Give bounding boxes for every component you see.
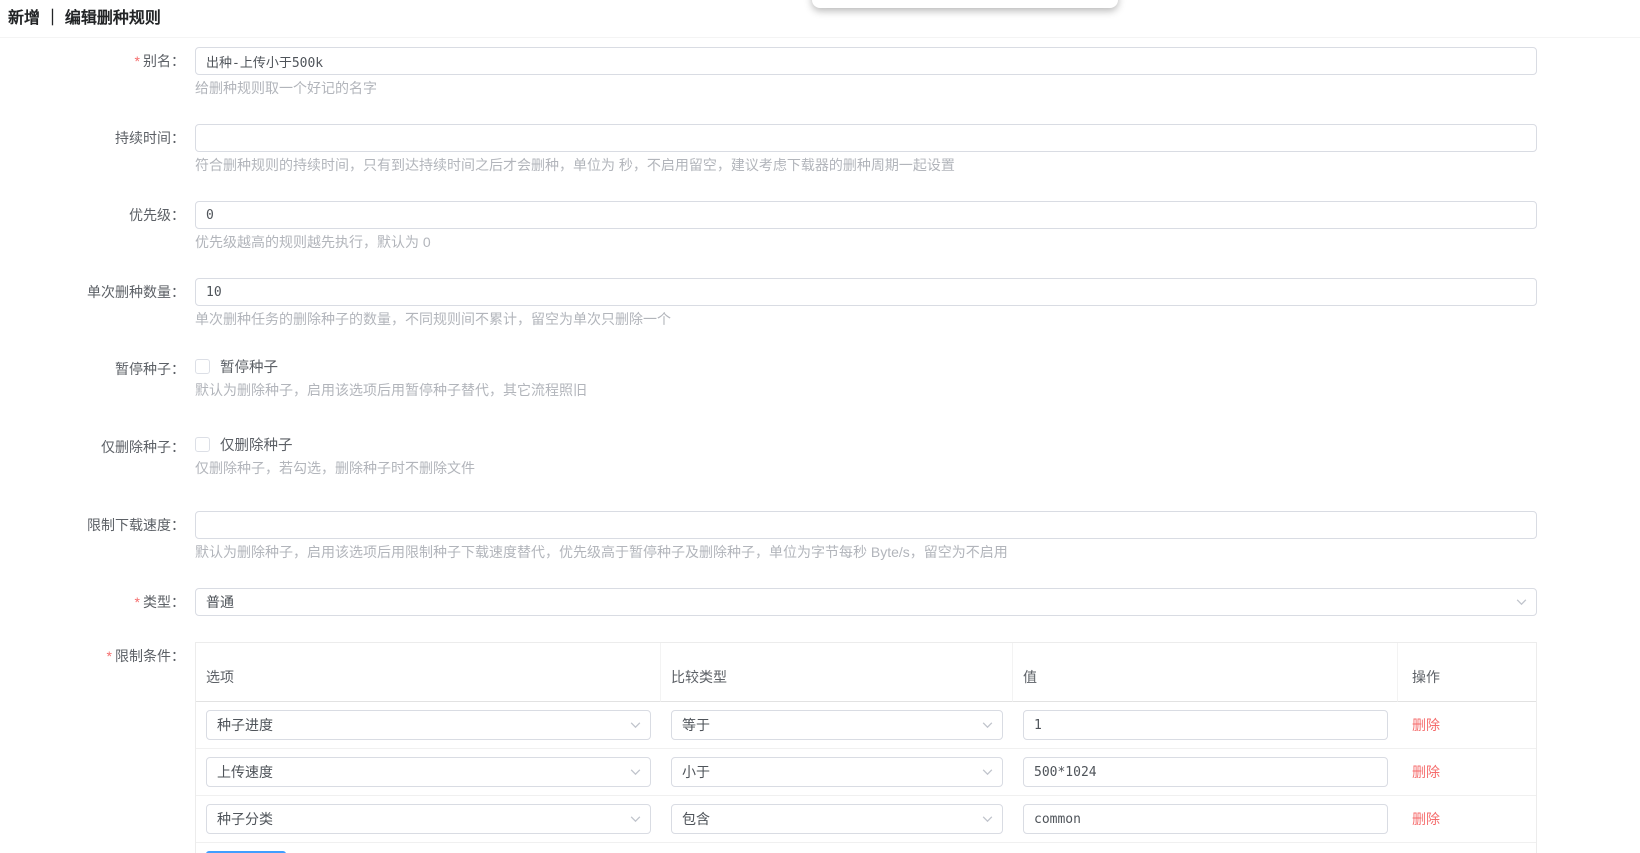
delete-torrent-only-checkbox-label: 仅删除种子 [220,434,293,455]
required-mark: * [135,53,140,69]
delete-torrent-only-help: 仅删除种子，若勾选，删除种子时不删除文件 [195,460,1537,476]
priority-help: 优先级越高的规则越先执行，默认为 0 [195,234,1537,250]
pause-torrent-checkbox-label: 暂停种子 [220,356,278,377]
delete-count-help: 单次删种任务的删除种子的数量，不同规则间不累计，留空为单次只删除一个 [195,311,1537,327]
delete-count-field: 单次删种数量： 单次删种任务的删除种子的数量，不同规则间不累计，留空为单次只删除… [0,278,1640,327]
condition-option-value: 种子分类 [217,809,273,829]
type-label: *类型： [0,588,195,616]
chevron-down-icon [629,766,642,779]
delete-count-label-text: 单次删种数量： [87,284,185,300]
type-field: *类型： 普通 [0,588,1640,616]
required-mark: * [135,594,140,610]
limit-download-speed-label: 限制下载速度： [0,511,195,539]
condition-compare-select[interactable]: 小于 [671,757,1003,787]
delete-count-input[interactable] [195,278,1537,306]
required-mark: * [107,648,112,664]
column-header-compare-type: 比较类型 [661,643,1013,702]
condition-value-input[interactable] [1023,710,1388,740]
condition-row: 种子分类 包含 [196,796,1536,843]
chevron-down-icon [981,813,994,826]
pause-torrent-field: 暂停种子： 暂停种子 默认为删除种子，启用该选项后用暂停种子替代，其它流程照旧 [0,355,1640,398]
delete-torrent-only-checkbox[interactable] [195,437,210,452]
condition-option-value: 种子进度 [217,715,273,735]
pause-torrent-label: 暂停种子： [0,355,195,383]
edit-delete-rule-page: 新增 ｜ 编辑删种规则 *别名： 给删种规则取一个好记的名字 持续时间： 符合删… [0,0,1640,853]
delete-torrent-only-label-text: 仅删除种子： [101,439,185,455]
priority-label-text: 优先级： [129,207,185,223]
priority-input[interactable] [195,201,1537,229]
popover-remnant [812,0,1118,8]
condition-delete-link[interactable]: 删除 [1412,717,1440,733]
condition-compare-select[interactable]: 等于 [671,710,1003,740]
column-header-action: 操作 [1398,643,1536,702]
pause-torrent-checkbox[interactable] [195,359,210,374]
alias-label-text: 别名： [143,53,185,69]
delete-torrent-only-label: 仅删除种子： [0,433,195,461]
priority-label: 优先级： [0,201,195,229]
pause-torrent-help: 默认为删除种子，启用该选项后用暂停种子替代，其它流程照旧 [195,382,1537,398]
condition-compare-value: 等于 [682,715,710,735]
condition-compare-value: 包含 [682,809,710,829]
condition-delete-link[interactable]: 删除 [1412,811,1440,827]
condition-value-input[interactable] [1023,757,1388,787]
chevron-down-icon [629,813,642,826]
column-header-option: 选项 [196,643,661,702]
duration-label-text: 持续时间： [115,130,185,146]
conditions-label-text: 限制条件： [115,648,185,664]
limit-download-speed-label-text: 限制下载速度： [87,517,185,533]
chevron-down-icon [629,719,642,732]
condition-option-value: 上传速度 [217,762,273,782]
conditions-table-header: 选项 比较类型 值 操作 [196,643,1536,702]
type-label-text: 类型： [143,594,185,610]
condition-delete-link[interactable]: 删除 [1412,764,1440,780]
condition-option-select[interactable]: 上传速度 [206,757,651,787]
duration-label: 持续时间： [0,124,195,152]
chevron-down-icon [981,719,994,732]
conditions-field: *限制条件： 选项 比较类型 值 操作 种子进度 [0,642,1640,853]
condition-option-select[interactable]: 种子进度 [206,710,651,740]
alias-input[interactable] [195,47,1537,75]
limit-download-speed-input[interactable] [195,511,1537,539]
pause-torrent-label-text: 暂停种子： [115,361,185,377]
condition-value-input[interactable] [1023,804,1388,834]
delete-count-label: 单次删种数量： [0,278,195,306]
type-select-value: 普通 [206,592,234,612]
condition-option-select[interactable]: 种子分类 [206,804,651,834]
type-select[interactable]: 普通 [195,588,1537,616]
condition-row: 种子进度 等于 [196,702,1536,749]
delete-rule-form: *别名： 给删种规则取一个好记的名字 持续时间： 符合删种规则的持续时间，只有到… [0,38,1640,853]
alias-field: *别名： 给删种规则取一个好记的名字 [0,47,1640,96]
column-header-value: 值 [1013,643,1398,702]
duration-input[interactable] [195,124,1537,152]
condition-compare-value: 小于 [682,762,710,782]
condition-compare-select[interactable]: 包含 [671,804,1003,834]
chevron-down-icon [981,766,994,779]
chevron-down-icon [1515,596,1528,609]
limit-download-speed-field: 限制下载速度： 默认为删除种子，启用该选项后用限制种子下载速度替代，优先级高于暂… [0,511,1640,560]
duration-field: 持续时间： 符合删种规则的持续时间，只有到达持续时间之后才会删种，单位为 秒，不… [0,124,1640,173]
limit-download-speed-help: 默认为删除种子，启用该选项后用限制种子下载速度替代，优先级高于暂停种子及删除种子… [195,544,1537,560]
priority-field: 优先级： 优先级越高的规则越先执行，默认为 0 [0,201,1640,250]
conditions-table: 选项 比较类型 值 操作 种子进度 [195,642,1537,853]
alias-label: *别名： [0,47,195,75]
duration-help: 符合删种规则的持续时间，只有到达持续时间之后才会删种，单位为 秒，不启用留空，建… [195,157,1537,173]
condition-row: 上传速度 小于 [196,749,1536,796]
delete-torrent-only-field: 仅删除种子： 仅删除种子 仅删除种子，若勾选，删除种子时不删除文件 [0,433,1640,476]
alias-help: 给删种规则取一个好记的名字 [195,80,1537,96]
conditions-label: *限制条件： [0,642,195,670]
